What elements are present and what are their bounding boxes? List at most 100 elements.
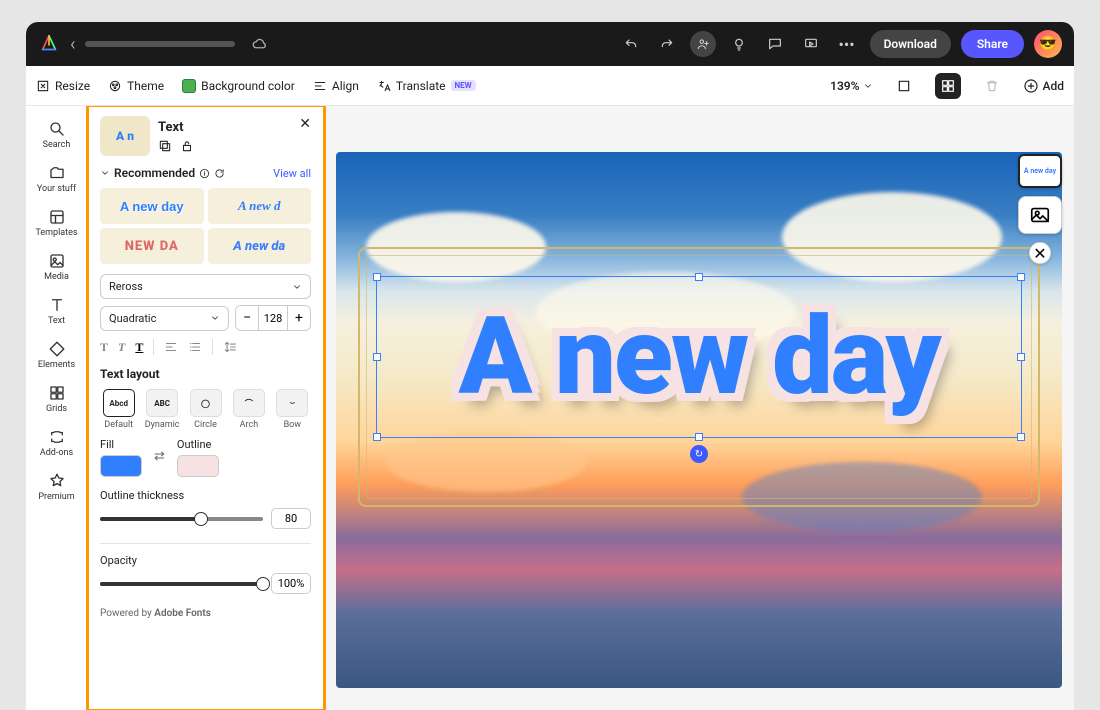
handle-br[interactable]	[1017, 433, 1025, 441]
cloud-sync-icon[interactable]	[251, 35, 269, 53]
redo-icon[interactable]	[654, 31, 680, 57]
viewall-link[interactable]: View all	[273, 167, 311, 180]
more-icon[interactable]: •••	[834, 31, 860, 57]
nav-grids[interactable]: Grids	[31, 378, 83, 420]
chevron-down-icon[interactable]	[100, 168, 110, 178]
italic-icon[interactable]: T	[118, 340, 125, 355]
view-mode-2-icon[interactable]	[935, 73, 961, 99]
add-button[interactable]: Add	[1023, 78, 1064, 94]
translate-button[interactable]: TranslateNEW	[377, 79, 476, 93]
outline-label: Outline	[177, 438, 219, 451]
layout-options: AbcdDefault ABCDynamic ◯Circle ⌒Arch ⌣Bo…	[100, 389, 311, 430]
nav-templates[interactable]: Templates	[31, 202, 83, 244]
nav-premium[interactable]: Premium	[31, 466, 83, 508]
bold-icon[interactable]: T	[100, 340, 108, 355]
nav-text[interactable]: Text	[31, 290, 83, 332]
app-window: ‹ ••• Download Share 😎 Resize Theme Back…	[26, 22, 1074, 710]
layout-dynamic[interactable]: ABCDynamic	[143, 389, 180, 430]
text-panel-wrapper: A n Text ✕ Recommended View all A	[88, 106, 324, 710]
image-tool-icon[interactable]	[1018, 196, 1062, 234]
font-size-minus[interactable]: −	[236, 306, 258, 330]
divider	[100, 543, 311, 544]
bgcolor-button[interactable]: Background color	[182, 79, 295, 93]
present-icon[interactable]	[798, 31, 824, 57]
recommended-grid: A new day A new d NEW DA A new da	[100, 188, 311, 264]
duplicate-icon[interactable]	[158, 139, 172, 153]
fill-outline-row: Fill ⇄ Outline	[100, 438, 311, 477]
view-mode-1-icon[interactable]	[891, 73, 917, 99]
nav-elements[interactable]: Elements	[31, 334, 83, 376]
main: Search Your stuff Templates Media Text E…	[26, 106, 1074, 710]
artboard[interactable]: A new day ↻	[336, 152, 1062, 688]
nav-addons[interactable]: Add-ons	[31, 422, 83, 464]
comment-icon[interactable]	[762, 31, 788, 57]
list-icon[interactable]	[188, 340, 202, 354]
share-button[interactable]: Share	[961, 30, 1024, 58]
handle-mr[interactable]	[1017, 353, 1025, 361]
theme-button[interactable]: Theme	[108, 79, 164, 93]
opacity-slider[interactable]	[100, 582, 263, 586]
rec-style-1[interactable]: A new day	[100, 188, 204, 224]
avatar[interactable]: 😎	[1034, 30, 1062, 58]
undo-icon[interactable]	[618, 31, 644, 57]
handle-tl[interactable]	[373, 273, 381, 281]
zoom-display[interactable]: 139%	[830, 79, 872, 93]
lock-icon[interactable]	[180, 139, 194, 153]
float-close-icon[interactable]: ✕	[1029, 242, 1051, 264]
bgcolor-swatch	[182, 79, 196, 93]
add-person-icon[interactable]	[690, 31, 716, 57]
fill-swatch[interactable]	[100, 455, 142, 477]
layout-arch[interactable]: ⌒Arch	[230, 389, 267, 430]
resize-button[interactable]: Resize	[36, 79, 90, 93]
handle-tm[interactable]	[695, 273, 703, 281]
layout-circle[interactable]: ◯Circle	[187, 389, 224, 430]
nav-search[interactable]: Search	[31, 114, 83, 156]
outline-thickness-value[interactable]	[271, 508, 311, 529]
text-selection-box[interactable]: A new day ↻	[376, 276, 1022, 438]
toolbar: Resize Theme Background color Align Tran…	[26, 66, 1074, 106]
align-left-icon[interactable]	[164, 340, 178, 354]
layout-default[interactable]: AbcdDefault	[100, 389, 137, 430]
app-logo-icon	[38, 33, 60, 55]
underline-icon[interactable]: T	[135, 340, 143, 355]
font-style-select[interactable]: Quadratic	[100, 306, 229, 331]
handle-bl[interactable]	[373, 433, 381, 441]
opacity-value[interactable]	[271, 573, 311, 594]
opacity-label: Opacity	[100, 554, 311, 567]
textlayout-heading: Text layout	[100, 367, 311, 381]
rec-style-4[interactable]: A new da	[208, 228, 312, 264]
close-icon[interactable]: ✕	[299, 116, 311, 132]
outline-swatch[interactable]	[177, 455, 219, 477]
handle-bm[interactable]	[695, 433, 703, 441]
canvas-floating-controls: A new day ✕	[1018, 154, 1062, 264]
swap-icon[interactable]: ⇄	[154, 449, 165, 464]
layout-bow[interactable]: ⌣Bow	[274, 389, 311, 430]
bulb-icon[interactable]	[726, 31, 752, 57]
rec-style-2[interactable]: A new d	[208, 188, 312, 224]
leftnav: Search Your stuff Templates Media Text E…	[26, 106, 88, 710]
download-button[interactable]: Download	[870, 30, 951, 58]
font-size-plus[interactable]: +	[288, 306, 310, 330]
new-badge: NEW	[451, 80, 476, 91]
info-icon[interactable]	[199, 168, 210, 179]
back-icon[interactable]: ‹	[70, 34, 75, 55]
line-spacing-icon[interactable]	[223, 340, 237, 354]
fill-label: Fill	[100, 438, 142, 451]
canvas-text[interactable]: A new day	[377, 277, 1021, 437]
nav-media[interactable]: Media	[31, 246, 83, 288]
panel-title: Text	[158, 120, 194, 135]
outline-thickness-slider[interactable]	[100, 517, 263, 521]
trash-icon[interactable]	[979, 73, 1005, 99]
rec-style-3[interactable]: NEW DA	[100, 228, 204, 264]
handle-ml[interactable]	[373, 353, 381, 361]
rotate-handle[interactable]: ↻	[690, 445, 708, 463]
font-family-select[interactable]: Reross	[100, 274, 311, 299]
refresh-icon[interactable]	[214, 168, 225, 179]
font-size-input[interactable]	[258, 306, 288, 330]
handle-tr[interactable]	[1017, 273, 1025, 281]
align-button[interactable]: Align	[313, 79, 359, 93]
nav-yourstuff[interactable]: Your stuff	[31, 158, 83, 200]
topbar: ‹ ••• Download Share 😎	[26, 22, 1074, 66]
page-thumbnail[interactable]: A new day	[1018, 154, 1062, 188]
outline-thickness-label: Outline thickness	[100, 489, 311, 502]
